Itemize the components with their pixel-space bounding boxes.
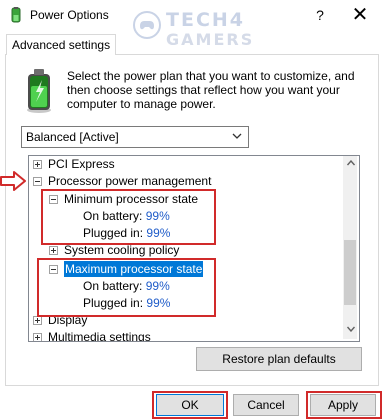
expand-icon[interactable] — [33, 333, 42, 341]
tree-item-label: Multimedia settings — [48, 330, 151, 342]
watermark: TECH4 GAMERS — [132, 10, 262, 54]
restore-plan-defaults-button[interactable]: Restore plan defaults — [196, 347, 362, 371]
close-button[interactable]: ✕ — [348, 4, 372, 26]
settings-tree[interactable]: PCI Express Processor power management M… — [28, 155, 360, 342]
annotation-arrow-icon — [0, 171, 26, 191]
chevron-down-icon — [232, 133, 242, 139]
on-battery-label: On battery: — [83, 279, 143, 293]
help-button[interactable]: ? — [310, 5, 330, 25]
collapse-icon[interactable] — [49, 265, 58, 274]
tree-item-label: Display — [48, 313, 88, 327]
collapse-icon[interactable] — [49, 195, 58, 204]
apply-button[interactable]: Apply — [310, 394, 376, 416]
window-title: Power Options — [30, 8, 109, 22]
on-battery-value[interactable]: 99% — [146, 279, 170, 293]
expand-icon[interactable] — [33, 160, 42, 169]
power-plan-select[interactable]: Balanced [Active] — [21, 126, 249, 148]
scroll-up-icon[interactable] — [347, 160, 355, 166]
plugged-in-value[interactable]: 99% — [146, 296, 170, 310]
min-on-battery-row[interactable]: On battery: 99% — [83, 208, 170, 224]
gamepad-logo-icon — [133, 11, 161, 39]
tree-item-label: Minimum processor state — [64, 192, 199, 206]
on-battery-label: On battery: — [83, 209, 143, 223]
scrollbar-thumb[interactable] — [344, 240, 356, 305]
expand-icon[interactable] — [33, 316, 42, 325]
collapse-icon[interactable] — [33, 177, 42, 186]
max-plugged-in-row[interactable]: Plugged in: 99% — [83, 295, 170, 311]
cancel-button[interactable]: Cancel — [233, 394, 299, 416]
watermark-line1: TECH4 — [166, 9, 246, 31]
power-options-app-icon — [11, 7, 21, 23]
on-battery-value[interactable]: 99% — [146, 209, 170, 223]
tree-item-label: System cooling policy — [64, 243, 180, 257]
battery-power-icon — [27, 69, 51, 113]
power-plan-select-value: Balanced [Active] — [26, 130, 119, 144]
scroll-down-icon[interactable] — [347, 326, 355, 332]
max-on-battery-row[interactable]: On battery: 99% — [83, 278, 170, 294]
plugged-in-value[interactable]: 99% — [146, 226, 170, 240]
plugged-in-label: Plugged in: — [83, 226, 144, 240]
expand-icon[interactable] — [49, 246, 58, 255]
min-plugged-in-row[interactable]: Plugged in: 99% — [83, 225, 170, 241]
tree-item-label: Processor power management — [48, 174, 212, 188]
watermark-line2: GAMERS — [166, 30, 255, 49]
description-text: Select the power plan that you want to c… — [67, 69, 355, 111]
ok-button[interactable]: OK — [156, 394, 224, 416]
tree-item-label: PCI Express — [48, 157, 115, 171]
tree-item-label: Maximum processor state — [64, 261, 204, 277]
plugged-in-label: Plugged in: — [83, 296, 144, 310]
tab-advanced-settings[interactable]: Advanced settings — [6, 34, 117, 55]
